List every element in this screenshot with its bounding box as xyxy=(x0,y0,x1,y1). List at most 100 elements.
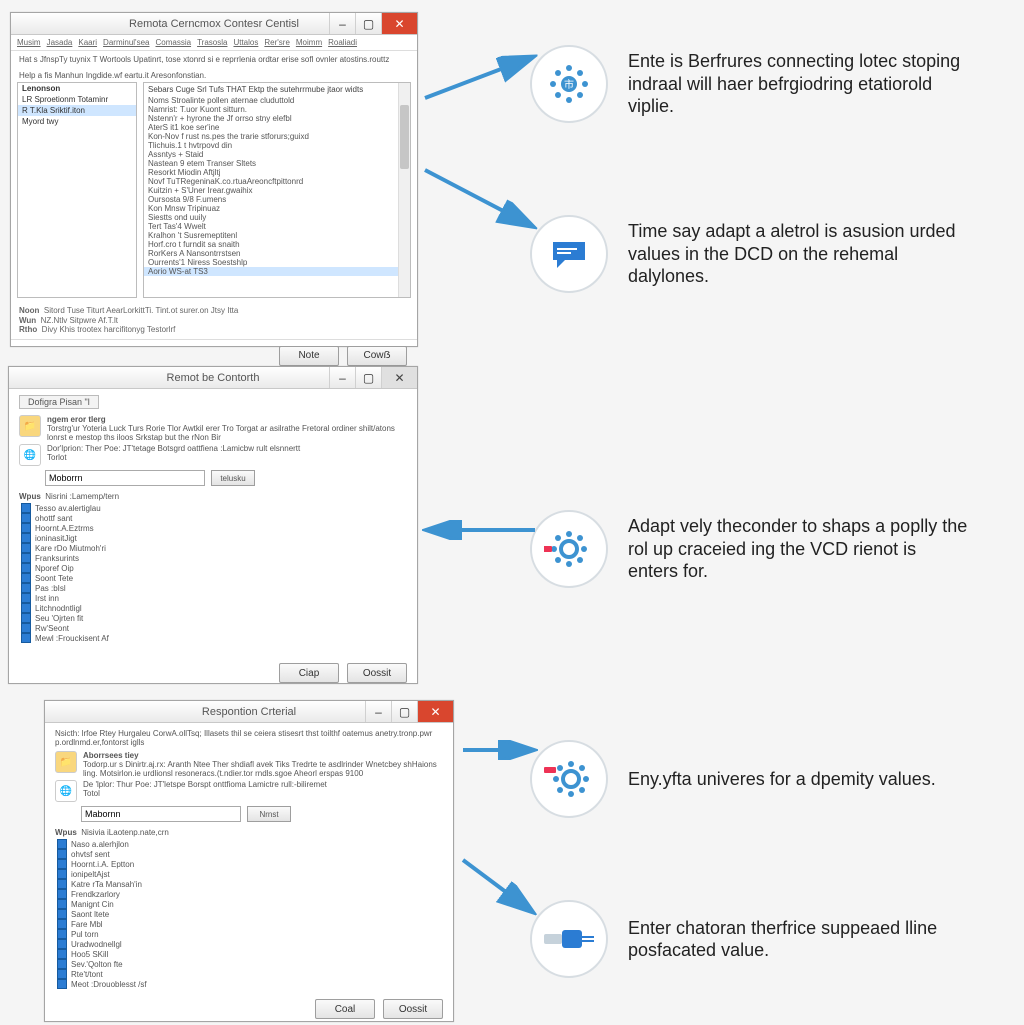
list-item[interactable]: Rw'Seont xyxy=(19,623,407,633)
list-item[interactable]: Pul torn xyxy=(55,929,443,939)
list-item[interactable]: Resorkt Miodin Aftjltj xyxy=(144,168,410,177)
cancel-button[interactable]: Oossit xyxy=(383,999,443,1019)
checkbox-icon[interactable] xyxy=(57,919,67,929)
list-item[interactable]: ohvtsf sent xyxy=(55,849,443,859)
browse-button[interactable]: telusku xyxy=(211,470,255,486)
cancel-button[interactable]: Oossit xyxy=(347,663,407,683)
scrollbar[interactable] xyxy=(398,83,410,297)
list-item[interactable]: ionipeltAjst xyxy=(55,869,443,879)
checkbox-icon[interactable] xyxy=(21,633,31,643)
list-item[interactable]: Siestts ond uuily xyxy=(144,213,410,222)
list-item[interactable]: Assntys + Staid xyxy=(144,150,410,159)
tab-item[interactable]: Jasada xyxy=(47,38,73,47)
tree-item[interactable]: Lenonson xyxy=(18,83,136,94)
checkbox-icon[interactable] xyxy=(57,969,67,979)
list-item[interactable]: Irst inn xyxy=(19,593,407,603)
checkbox-icon[interactable] xyxy=(21,553,31,563)
close-icon[interactable]: ✕ xyxy=(381,13,417,34)
checkbox-icon[interactable] xyxy=(57,879,67,889)
right-list[interactable]: Sebars Cuge Srl Tufs THAT Ektp the suteh… xyxy=(143,82,411,298)
checkbox-icon[interactable] xyxy=(21,623,31,633)
list-item[interactable]: Litchnodntligl xyxy=(19,603,407,613)
checkbox-icon[interactable] xyxy=(57,939,67,949)
list-item[interactable]: Saont ltete xyxy=(55,909,443,919)
ok-button[interactable]: Coal xyxy=(315,999,375,1019)
checkbox-icon[interactable] xyxy=(57,899,67,909)
list-item[interactable]: Kon Mnsw Tripinuaz xyxy=(144,204,410,213)
list-item[interactable]: Tlichuis.1 t hvtrpovd din xyxy=(144,141,410,150)
list-item[interactable]: Fare Mbl xyxy=(55,919,443,929)
list-item[interactable]: Nporef Oip xyxy=(19,563,407,573)
list-item[interactable]: RorKers A Nansontrrstsen xyxy=(144,249,410,258)
list-item[interactable]: Kuitzin + S'Uner Irear.gwaihix xyxy=(144,186,410,195)
tab-item[interactable]: Roaliadi xyxy=(328,38,357,47)
checkbox-icon[interactable] xyxy=(21,563,31,573)
list-item[interactable]: Kralhon 't Susremeptitenl xyxy=(144,231,410,240)
tab-item[interactable]: Moimm xyxy=(296,38,322,47)
minimize-icon[interactable]: – xyxy=(329,367,355,388)
list-item[interactable]: Nastean 9 etem Transer Sltets xyxy=(144,159,410,168)
list-item[interactable]: Hoo5 SKill xyxy=(55,949,443,959)
list-item[interactable]: Naso a.alerhjlon xyxy=(55,839,443,849)
checkbox-icon[interactable] xyxy=(57,889,67,899)
ok-button[interactable]: Note xyxy=(279,346,339,366)
list-item[interactable]: Tert Tas'4 Wwelt xyxy=(144,222,410,231)
list-item[interactable]: Tesso av.alertiglau xyxy=(19,503,407,513)
list-item[interactable]: Uradwodnellgl xyxy=(55,939,443,949)
list-item[interactable]: Rte't/tont xyxy=(55,969,443,979)
checkbox-icon[interactable] xyxy=(21,523,31,533)
checkbox-icon[interactable] xyxy=(57,959,67,969)
checkbox-icon[interactable] xyxy=(57,929,67,939)
list-item[interactable]: Franksurints xyxy=(19,553,407,563)
list-item[interactable]: Seu 'Ojrten fit xyxy=(19,613,407,623)
list-item[interactable]: Nstenn'r + hyrone the Jf orrso stny elef… xyxy=(144,114,410,123)
checklist[interactable]: Tesso av.alertiglauohottf santHoornt.A.E… xyxy=(19,503,407,653)
tree-item[interactable]: R T.Kla Sriktif.iton xyxy=(18,105,136,116)
browse-button[interactable]: Nrnst xyxy=(247,806,291,822)
list-item[interactable]: Kare rDo Miutmoh'ri xyxy=(19,543,407,553)
minimize-icon[interactable]: – xyxy=(365,701,391,722)
checkbox-icon[interactable] xyxy=(57,979,67,989)
list-item[interactable]: Mewl :Frouckisent Af xyxy=(19,633,407,643)
list-item[interactable]: Ourrents'1 Niress Soestshlp xyxy=(144,258,410,267)
tree-item[interactable]: Myord twy xyxy=(18,116,136,127)
checkbox-icon[interactable] xyxy=(57,859,67,869)
list-item[interactable]: Hoornt.A.Eztrms xyxy=(19,523,407,533)
checkbox-icon[interactable] xyxy=(57,849,67,859)
minimize-icon[interactable]: – xyxy=(329,13,355,34)
list-item[interactable]: Soont Tete xyxy=(19,573,407,583)
maximize-icon[interactable]: ▢ xyxy=(391,701,417,722)
checkbox-icon[interactable] xyxy=(57,869,67,879)
path-input[interactable] xyxy=(81,806,241,822)
list-item[interactable]: Meot :Drouoblesst /sf xyxy=(55,979,443,989)
tab-item[interactable]: Rer'sre xyxy=(264,38,290,47)
list-item[interactable]: Hoornt.i.A. Eptton xyxy=(55,859,443,869)
list-item[interactable]: Manignt Cin xyxy=(55,899,443,909)
list-item[interactable]: ioninasitJigt xyxy=(19,533,407,543)
list-item[interactable]: Pas :bIsl xyxy=(19,583,407,593)
list-item[interactable]: Kon-Nov f rust ns.pes the trarie stforur… xyxy=(144,132,410,141)
left-tree[interactable]: LenonsonLR Sproetionm TotaminrR T.Kla Sr… xyxy=(17,82,137,298)
tab-item[interactable]: Comassia xyxy=(155,38,191,47)
list-item[interactable]: Sev.'Qolton fte xyxy=(55,959,443,969)
tab-item[interactable]: Musim xyxy=(17,38,41,47)
list-item[interactable]: Oursosta 9/8 F.umens xyxy=(144,195,410,204)
list-item[interactable]: AterS it1 koe ser'ine xyxy=(144,123,410,132)
tab-item[interactable]: Darminul'sea xyxy=(103,38,149,47)
tab-item[interactable]: Kaari xyxy=(78,38,97,47)
list-item[interactable]: Horf.cro t furndit sa snaith xyxy=(144,240,410,249)
maximize-icon[interactable]: ▢ xyxy=(355,13,381,34)
checkbox-icon[interactable] xyxy=(57,949,67,959)
list-item[interactable]: Frendkzarlory xyxy=(55,889,443,899)
checkbox-icon[interactable] xyxy=(57,909,67,919)
checkbox-icon[interactable] xyxy=(21,583,31,593)
checkbox-icon[interactable] xyxy=(21,543,31,553)
checkbox-icon[interactable] xyxy=(21,593,31,603)
checklist[interactable]: Naso a.alerhjlonohvtsf sentHoornt.i.A. E… xyxy=(55,839,443,989)
checkbox-icon[interactable] xyxy=(21,613,31,623)
list-item[interactable]: Namrist: T.uor Kuont sitturn. xyxy=(144,105,410,114)
checkbox-icon[interactable] xyxy=(21,533,31,543)
list-item[interactable]: ohottf sant xyxy=(19,513,407,523)
list-item-selected[interactable]: Aorio WS-at TS3 xyxy=(144,267,410,276)
checkbox-icon[interactable] xyxy=(21,603,31,613)
